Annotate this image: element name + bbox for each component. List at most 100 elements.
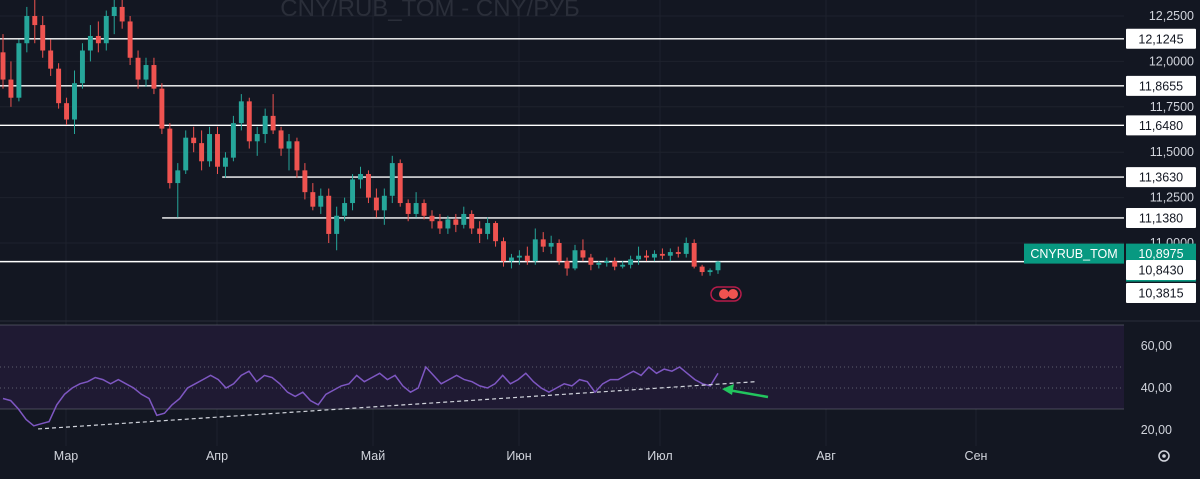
candle-body <box>302 170 308 193</box>
candle-body <box>691 243 697 267</box>
rsi-tick-label: 60,00 <box>1141 339 1172 353</box>
candle-body <box>365 173 371 198</box>
rsi-band <box>0 320 1200 410</box>
symbol-label: CNYRUB_TOM <box>1030 247 1117 261</box>
candle-body <box>183 137 189 171</box>
candle-body <box>8 79 14 98</box>
candle-body <box>389 163 395 196</box>
extra-price-label: 10,8430 <box>1138 264 1183 278</box>
time-tick-label: Мар <box>54 449 79 463</box>
candle-body <box>381 195 387 211</box>
time-tick-label: Апр <box>206 449 228 463</box>
candle-body <box>40 25 46 51</box>
candle-body <box>493 223 499 242</box>
candle-body <box>683 243 689 254</box>
candle-body <box>707 270 713 273</box>
price-tick-label: 11,2500 <box>1150 191 1194 205</box>
candle-body <box>95 35 101 44</box>
candle-body <box>230 123 236 158</box>
candle-body <box>628 259 634 265</box>
alert-marker-dot <box>719 289 729 299</box>
time-tick-label: Июн <box>506 449 531 463</box>
candle-body <box>79 50 85 84</box>
candle-body <box>326 195 332 234</box>
settings-gear-icon-center <box>1162 454 1166 458</box>
candle-body <box>699 266 705 273</box>
candle-body <box>413 203 419 214</box>
candle-body <box>429 215 435 222</box>
candle-body <box>238 101 244 124</box>
rsi-tick-label: 20,00 <box>1141 423 1172 437</box>
candle-body <box>191 137 197 144</box>
candle-body <box>596 262 602 265</box>
last-price-label: 10,8975 <box>1138 247 1183 261</box>
candle-body <box>612 261 618 267</box>
level-price-label: 11,1380 <box>1139 211 1183 225</box>
candle-body <box>270 115 276 131</box>
time-tick-label: Авг <box>816 449 836 463</box>
price-tick-label: 12,2500 <box>1149 9 1194 23</box>
candle-body <box>350 179 356 204</box>
price-labels: 12,1245 11,8655 11,6480 11,3630 11,1380 CNYRU… <box>1024 28 1196 303</box>
candle-body <box>715 261 721 271</box>
candle-body <box>56 68 62 104</box>
candle-body <box>405 203 411 214</box>
candle-body <box>445 219 451 229</box>
candle-body <box>373 197 379 211</box>
time-scale: Мар Апр Май Июн Июл Авг Сен <box>54 449 1170 463</box>
candle-body <box>103 16 109 44</box>
candle-body <box>540 239 546 247</box>
watermark-title: CNY/RUB_TOM - CNY/РУБ <box>280 0 579 22</box>
alert-marker-dot <box>728 289 738 299</box>
candle-body <box>508 257 514 262</box>
candle-body <box>469 213 475 229</box>
candle-body <box>588 257 594 265</box>
time-tick-label: Сен <box>965 449 988 463</box>
candle-body <box>580 250 586 258</box>
candle-body <box>397 163 403 204</box>
time-tick-label: Май <box>361 449 386 463</box>
candle-body <box>207 134 213 162</box>
candle-body <box>24 16 30 44</box>
candle-body <box>532 239 538 262</box>
candle-body <box>453 219 459 225</box>
candle-body <box>286 141 292 149</box>
candle-body <box>143 65 149 80</box>
candle-body <box>572 250 578 269</box>
candle-body <box>477 228 483 234</box>
candle-body <box>127 21 133 58</box>
candle-body <box>278 130 284 149</box>
candle-body <box>564 261 570 269</box>
candle-body <box>175 170 181 184</box>
candle-body <box>516 255 522 258</box>
markers <box>710 286 742 302</box>
chart-stage: CNY/RUB_TOM - CNY/РУБ 12,2500 12,0000 11,7… <box>0 0 1200 474</box>
price-tick-label: 12,0000 <box>1149 54 1194 68</box>
level-price-label: 11,3630 <box>1139 171 1183 185</box>
price-tick-label: 11,5000 <box>1150 145 1194 159</box>
rsi-tick-label: 40,00 <box>1141 381 1172 395</box>
price-tick-label: 11,7500 <box>1150 100 1194 114</box>
candle-body <box>620 264 626 267</box>
level-price-label: 11,6480 <box>1139 119 1183 133</box>
candle-body <box>636 255 642 260</box>
candle-body <box>556 243 562 262</box>
candle-body <box>0 52 6 80</box>
candle-body <box>119 6 125 22</box>
candle-body <box>604 261 610 263</box>
candle-body <box>644 255 649 258</box>
candle-body <box>342 203 348 216</box>
candle-body <box>524 255 530 262</box>
candle-body <box>87 35 93 51</box>
candle-body <box>659 253 665 256</box>
level-price-label: 11,8655 <box>1139 79 1183 93</box>
candle-body <box>199 143 205 162</box>
candle-body <box>159 88 165 129</box>
candle-body <box>421 203 427 216</box>
candle-body <box>437 221 443 229</box>
extra-price-label: 10,3815 <box>1138 287 1183 301</box>
candle-body <box>48 50 54 69</box>
chart-svg[interactable]: CNY/RUB_TOM - CNY/РУБ 12,2500 12,0000 11,7… <box>0 0 1200 474</box>
level-price-label: 12,1245 <box>1138 32 1183 46</box>
candle-body <box>262 115 268 135</box>
